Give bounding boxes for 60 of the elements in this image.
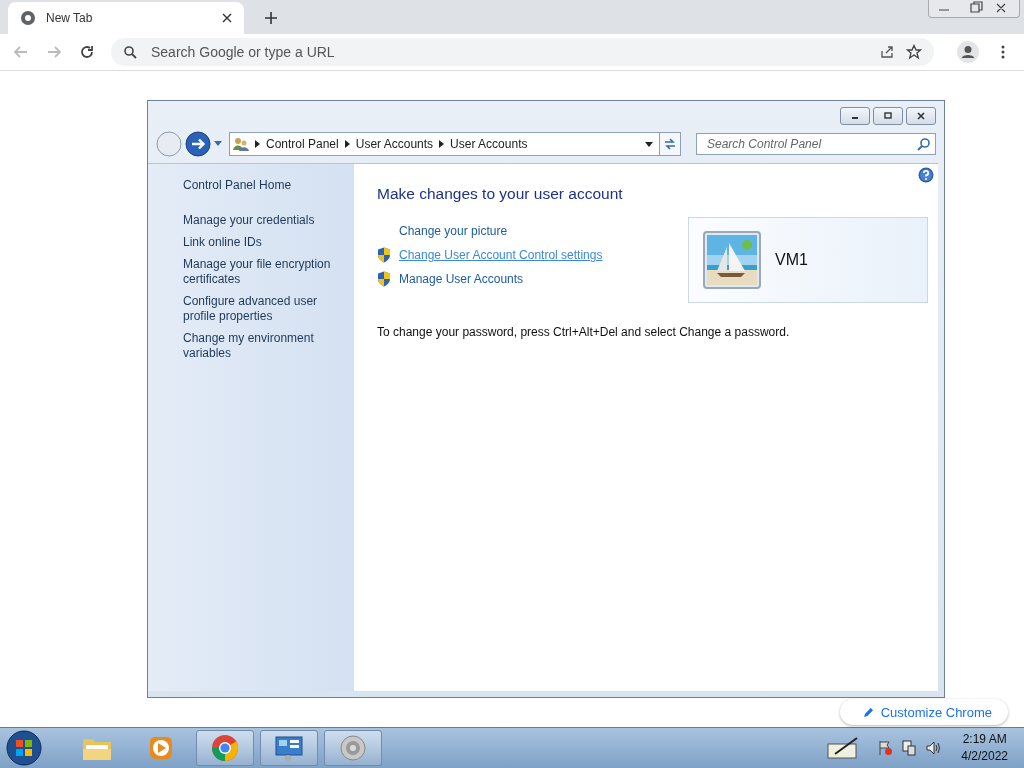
volume-icon[interactable] — [925, 740, 942, 756]
network-icon[interactable] — [901, 740, 918, 756]
close-icon[interactable] — [222, 13, 232, 23]
taskbar-app[interactable] — [196, 730, 254, 766]
address-bar[interactable]: Control Panel User Accounts User Accounts — [229, 132, 660, 156]
help-icon[interactable] — [918, 167, 934, 183]
refresh-icon — [663, 137, 677, 151]
chevron-icon[interactable] — [255, 140, 260, 148]
task-link[interactable]: Manage User Accounts — [399, 272, 524, 286]
start-button[interactable] — [6, 730, 42, 766]
breadcrumb-item[interactable]: User Accounts — [355, 137, 434, 151]
flag-icon[interactable] — [877, 740, 894, 756]
sidebar-link[interactable]: Manage your credentials — [183, 213, 346, 228]
refresh-button[interactable] — [659, 132, 681, 156]
breadcrumb-item[interactable]: User Accounts — [450, 137, 528, 151]
caret-icon[interactable] — [645, 141, 653, 147]
media-player-icon — [147, 734, 175, 762]
address-field[interactable]: Search Google or type a URL — [149, 43, 868, 61]
pencil-icon — [863, 707, 873, 717]
close-button[interactable] — [906, 107, 936, 125]
address-bar[interactable]: Search Google or type a URL — [111, 38, 934, 66]
account-name: VM1 — [775, 251, 808, 269]
close-icon — [916, 111, 926, 121]
task-link[interactable]: Change User Account Control settings — [399, 248, 603, 262]
chevron-icon[interactable] — [344, 140, 350, 148]
minimize-button[interactable] — [840, 107, 870, 125]
password-note: To change your password, press Ctrl+Alt+Del and select Change a password. — [377, 325, 791, 339]
control-panel-icon — [274, 734, 304, 762]
users-icon — [233, 136, 249, 152]
clock[interactable]: 2:19 AM 4/2/2022 — [961, 731, 1008, 765]
sidebar-link[interactable]: Control Panel Home — [183, 178, 346, 193]
clock-date: 4/2/2022 — [961, 748, 1008, 765]
taskbar-app[interactable] — [260, 730, 318, 766]
search-box[interactable]: Search Control Panel — [696, 133, 936, 155]
forward-icon[interactable] — [185, 131, 211, 157]
chrome-icon — [211, 734, 239, 762]
breadcrumb-item[interactable]: Control Panel — [266, 137, 339, 151]
sidebar-link[interactable]: Configure advanced user profile properties — [183, 294, 346, 324]
browser-tab[interactable]: New Tab — [8, 2, 244, 34]
maximize-icon — [883, 111, 893, 121]
customize-chrome-button[interactable]: Customize Chrome — [839, 699, 1008, 725]
sidebar-link[interactable]: Link online IDs — [183, 235, 346, 250]
sidebar-link[interactable]: Change my environment variables — [183, 331, 346, 361]
share-icon[interactable] — [880, 45, 894, 59]
profile-icon[interactable] — [957, 41, 979, 63]
tab-title: New Tab — [46, 11, 94, 25]
task-link[interactable]: Change your picture — [399, 224, 508, 238]
search-icon — [123, 45, 137, 59]
search-icon — [917, 137, 931, 151]
chevron-icon[interactable] — [439, 140, 445, 148]
clock-time: 2:19 AM — [962, 731, 1007, 748]
chrome-logo-icon — [20, 10, 36, 26]
maximize-button[interactable] — [873, 107, 903, 125]
new-tab-icon[interactable] — [264, 11, 278, 25]
speaker-icon — [339, 734, 367, 762]
page-heading: Make changes to your user account — [377, 185, 624, 203]
reload-icon[interactable] — [78, 43, 96, 61]
sidebar-link[interactable]: Manage your file encryption certificates — [183, 257, 346, 287]
window-controls[interactable] — [928, 0, 1020, 18]
star-icon[interactable] — [906, 44, 922, 60]
